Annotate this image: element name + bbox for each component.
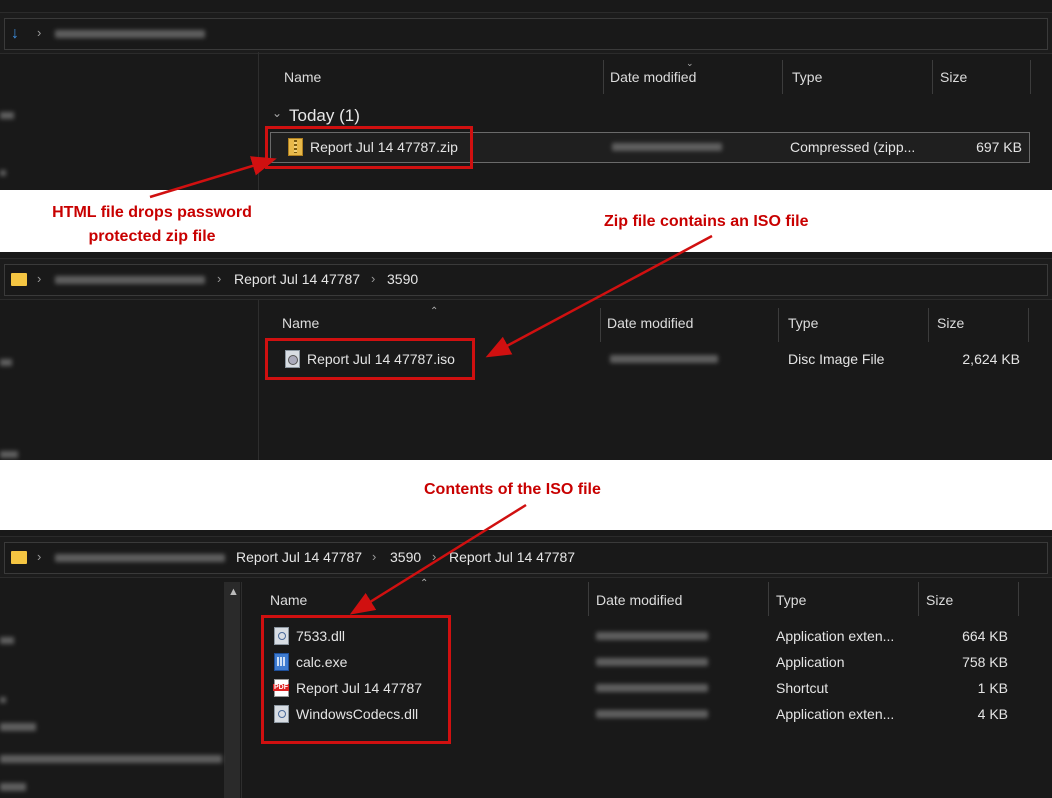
column-header-date[interactable]: Date modified <box>596 592 682 608</box>
column-separator <box>768 582 769 616</box>
column-separator <box>600 308 601 342</box>
file-size: 758 KB <box>962 654 1008 670</box>
scroll-up-icon[interactable]: ▲ <box>228 586 239 598</box>
highlight-box <box>265 126 473 169</box>
file-type: Shortcut <box>776 680 829 696</box>
address-bar[interactable]: › Report Jul 14 47787 › 3590 › Report Ju… <box>0 536 1052 578</box>
redacted-date <box>596 658 708 666</box>
explorer-window-1: ↓ › Name ⌄ Date modified Type Size ⌄ Tod… <box>0 0 1052 190</box>
folder-icon <box>11 273 27 286</box>
highlight-box <box>261 615 451 744</box>
column-header-name[interactable]: Name <box>282 315 319 331</box>
redacted-breadcrumb <box>55 554 225 562</box>
annotation-note-2: Zip file contains an ISO file <box>604 213 809 230</box>
pane-divider <box>241 582 242 798</box>
breadcrumb-separator-icon: › <box>371 271 376 286</box>
redacted-breadcrumb <box>55 30 205 38</box>
file-type: Compressed (zipp... <box>790 139 916 155</box>
pane-divider <box>258 52 259 190</box>
file-size: 2,624 KB <box>962 351 1020 367</box>
breadcrumb-separator-icon: › <box>217 271 222 286</box>
redacted-sidebar-item <box>0 112 14 119</box>
file-size: 664 KB <box>962 628 1008 644</box>
explorer-window-2: › › Report Jul 14 47787 › 3590 ⌃ Name Da… <box>0 252 1052 460</box>
annotation-note-1-line-1: HTML file drops password <box>52 204 252 221</box>
file-type: Disc Image File <box>788 351 885 367</box>
folder-icon <box>11 551 27 564</box>
column-header-type[interactable]: Type <box>776 592 806 608</box>
sidebar-scrollbar[interactable] <box>224 582 240 798</box>
file-size: 4 KB <box>977 706 1008 722</box>
redacted-sidebar-item <box>0 783 26 791</box>
breadcrumb-separator-icon: › <box>372 549 377 564</box>
column-separator <box>1028 308 1029 342</box>
redacted-date <box>612 143 722 151</box>
explorer-window-3: › Report Jul 14 47787 › 3590 › Report Ju… <box>0 530 1052 798</box>
column-separator <box>932 60 933 94</box>
column-header-size[interactable]: Size <box>926 592 953 608</box>
redacted-date <box>610 355 718 363</box>
breadcrumb-separator-icon: › <box>37 549 42 564</box>
column-header-type[interactable]: Type <box>788 315 818 331</box>
redacted-sidebar-item <box>0 755 222 763</box>
sort-chevron-icon: ⌄ <box>686 58 694 68</box>
file-type: Application exten... <box>776 628 895 644</box>
download-arrow-icon: ↓ <box>11 25 19 42</box>
column-separator <box>603 60 604 94</box>
pane-divider <box>258 300 259 460</box>
redacted-date <box>596 710 708 718</box>
annotation-note-3: Contents of the ISO file <box>424 481 601 498</box>
file-size: 1 KB <box>977 680 1008 696</box>
breadcrumb-separator-icon: › <box>432 549 437 564</box>
breadcrumb-item[interactable]: Report Jul 14 47787 <box>234 271 360 287</box>
redacted-sidebar-item <box>0 359 12 366</box>
column-header-size[interactable]: Size <box>937 315 964 331</box>
sort-ascending-icon: ⌃ <box>420 578 429 589</box>
redacted-sidebar-item <box>0 451 18 458</box>
column-separator <box>778 308 779 342</box>
redacted-sidebar-item <box>0 170 6 176</box>
file-type: Application <box>776 654 845 670</box>
column-header-date[interactable]: Date modified <box>607 315 693 331</box>
highlight-box <box>265 338 475 380</box>
column-header-type[interactable]: Type <box>792 69 822 85</box>
breadcrumb-item[interactable]: Report Jul 14 47787 <box>449 549 575 565</box>
breadcrumb-item[interactable]: 3590 <box>387 271 418 287</box>
redacted-date <box>596 684 708 692</box>
breadcrumb-separator-icon: › <box>37 271 42 286</box>
column-separator <box>928 308 929 342</box>
breadcrumb-item[interactable]: Report Jul 14 47787 <box>236 549 362 565</box>
address-bar[interactable]: ↓ › <box>0 12 1052 54</box>
file-size: 697 KB <box>976 139 1022 155</box>
group-collapse-chevron-icon[interactable]: ⌄ <box>272 106 282 120</box>
redacted-sidebar-item <box>0 637 14 644</box>
annotation-note-1: HTML file drops password protected zip f… <box>36 201 268 249</box>
column-header-date[interactable]: Date modified <box>610 69 696 85</box>
group-header[interactable]: Today (1) <box>289 106 360 126</box>
column-separator <box>588 582 589 616</box>
column-separator <box>782 60 783 94</box>
sort-ascending-icon: ⌃ <box>430 306 439 317</box>
column-header-name[interactable]: Name <box>270 592 307 608</box>
redacted-breadcrumb <box>55 276 205 284</box>
breadcrumb-item[interactable]: 3590 <box>390 549 421 565</box>
file-type: Application exten... <box>776 706 895 722</box>
breadcrumb-separator-icon: › <box>37 25 42 40</box>
annotation-note-1-line-2: protected zip file <box>88 228 216 245</box>
column-separator <box>1018 582 1019 616</box>
column-header-name[interactable]: Name <box>284 69 321 85</box>
address-bar[interactable]: › › Report Jul 14 47787 › 3590 <box>0 258 1052 300</box>
column-separator <box>918 582 919 616</box>
column-separator <box>1030 60 1031 94</box>
redacted-date <box>596 632 708 640</box>
redacted-sidebar-item <box>0 697 6 703</box>
column-header-size[interactable]: Size <box>940 69 967 85</box>
redacted-sidebar-item <box>0 723 36 731</box>
